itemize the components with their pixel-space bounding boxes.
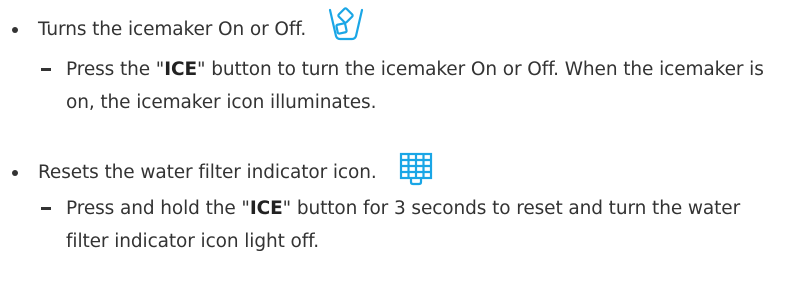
bullet-text: Resets the water filter indicator icon. (38, 161, 377, 183)
detail-pre: Press the " (66, 59, 165, 80)
water-filter-icon (399, 152, 433, 191)
bullet-dot (12, 27, 18, 33)
detail-text: Press the "ICE" button to turn the icema… (41, 53, 786, 119)
dash-marker (41, 207, 51, 210)
bullet-text: Turns the icemaker On or Off. (38, 18, 307, 40)
detail-text: Press and hold the "ICE" button for 3 se… (41, 192, 786, 258)
bullet-line: Resets the water filter indicator icon. (12, 152, 433, 192)
detail-pre: Press and hold the " (66, 198, 250, 219)
ice-button-label: ICE (249, 198, 283, 219)
ice-button-label: ICE (164, 59, 198, 80)
icemaker-icon (328, 6, 364, 46)
dash-marker (41, 68, 51, 71)
bullet-dot (12, 170, 18, 176)
bullet-line: Turns the icemaker On or Off. (12, 6, 364, 49)
